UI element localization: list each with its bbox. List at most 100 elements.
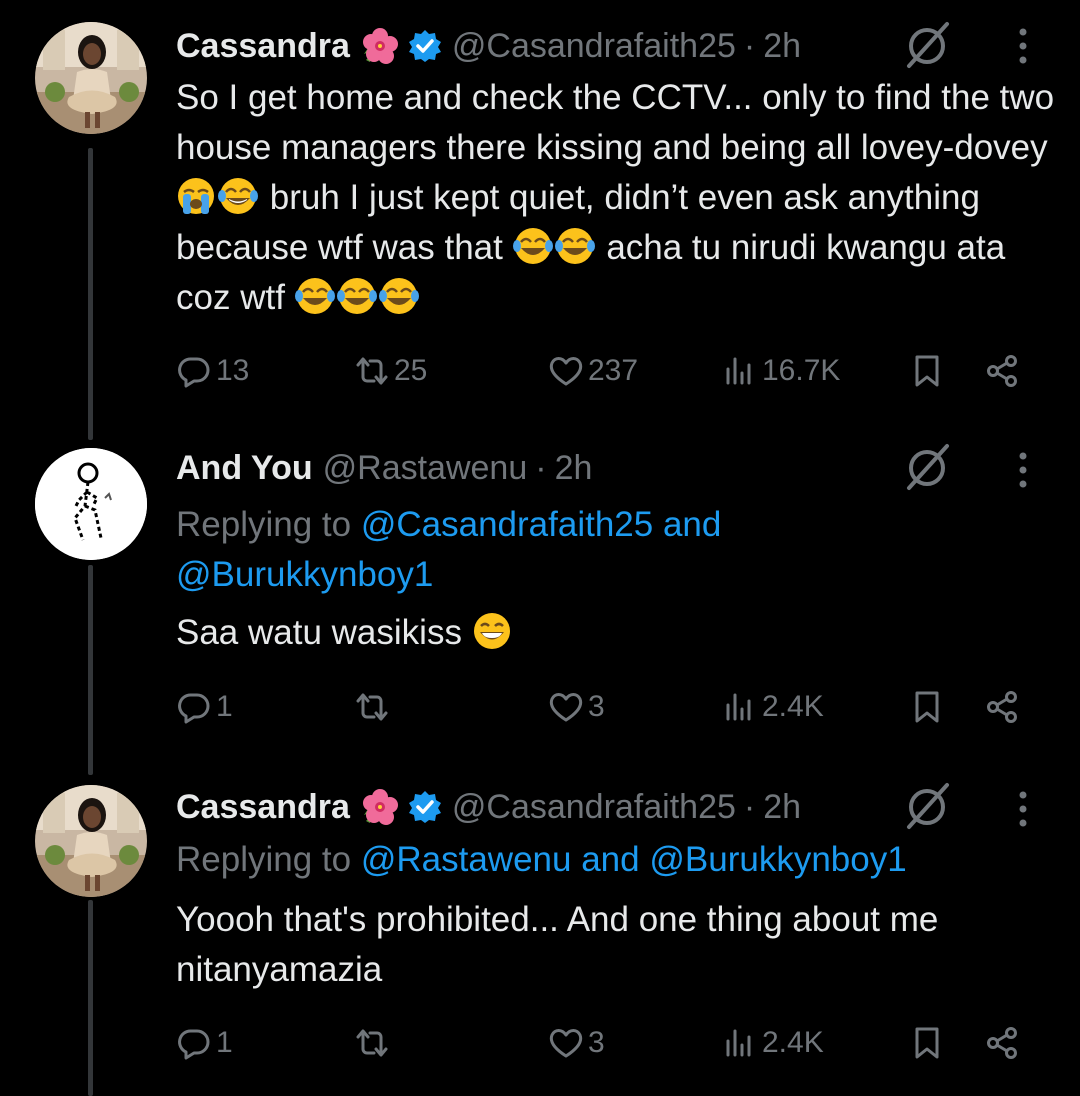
mention-link[interactable]: @Casandrafaith25 bbox=[361, 505, 653, 544]
more-icon[interactable] bbox=[1010, 26, 1036, 66]
tweet-2[interactable]: And You @Rastawenu · 2h Replying to @Cas… bbox=[0, 440, 1080, 785]
timestamp[interactable]: 2h bbox=[763, 788, 801, 827]
separator-dot: · bbox=[743, 787, 756, 826]
bookmark-button[interactable] bbox=[909, 346, 945, 396]
like-button[interactable]: 3 bbox=[548, 682, 605, 732]
repost-count: 25 bbox=[394, 354, 428, 387]
repost-button[interactable]: 25 bbox=[354, 346, 427, 396]
mention-link[interactable]: @Rastawenu bbox=[361, 840, 572, 879]
bookmark-button[interactable] bbox=[909, 682, 945, 732]
mention-link[interactable]: @Burukkynboy1 bbox=[649, 840, 906, 879]
views-button[interactable]: 16.7K bbox=[722, 346, 840, 396]
tweet-text: So I get home and check the CCTV... only… bbox=[176, 73, 1056, 323]
bookmark-icon bbox=[915, 1027, 939, 1059]
display-name[interactable]: Cassandra bbox=[176, 788, 350, 827]
handle[interactable]: @Casandrafaith25 bbox=[452, 27, 736, 66]
reply-icon bbox=[178, 1029, 210, 1060]
tweet-actions: 1 3 2.4K bbox=[176, 682, 1036, 732]
tweet-header: And You @Rastawenu · 2h bbox=[176, 446, 592, 490]
like-count: 3 bbox=[588, 1026, 605, 1059]
tweet-header: Cassandra @Casandrafaith25 · 2h bbox=[176, 785, 801, 829]
tweet-text: Yoooh that's prohibited... And one thing… bbox=[176, 900, 939, 989]
mention-conjunction[interactable]: and bbox=[663, 505, 721, 544]
avatar-image bbox=[35, 22, 147, 134]
tweet-1[interactable]: Cassandra @Casandrafaith25 · 2h So I get… bbox=[0, 0, 1080, 440]
reply-icon bbox=[178, 693, 210, 724]
tears-of-joy-emoji bbox=[554, 228, 595, 264]
avatar[interactable] bbox=[35, 448, 147, 560]
mention-conjunction[interactable]: and bbox=[581, 840, 639, 879]
tweet-actions: 13 25 237 16.7K bbox=[176, 346, 1036, 396]
hibiscus-emoji-icon bbox=[362, 28, 398, 64]
share-button[interactable] bbox=[984, 346, 1020, 396]
repost-icon bbox=[356, 1029, 388, 1057]
timestamp[interactable]: 2h bbox=[763, 27, 801, 66]
bookmark-button[interactable] bbox=[909, 1018, 945, 1068]
avatar[interactable] bbox=[35, 22, 147, 134]
like-button[interactable]: 237 bbox=[548, 346, 638, 396]
heart-icon bbox=[549, 1029, 583, 1058]
tweet-3[interactable]: Cassandra @Casandrafaith25 · 2h Replying… bbox=[0, 783, 1080, 1096]
like-button[interactable]: 3 bbox=[548, 1018, 605, 1068]
avatar[interactable] bbox=[35, 785, 147, 897]
replying-to-label: Replying to bbox=[176, 840, 352, 879]
verified-badge-icon bbox=[408, 791, 441, 823]
reply-count: 13 bbox=[216, 354, 250, 387]
share-button[interactable] bbox=[984, 682, 1020, 732]
tears-of-joy-emoji bbox=[294, 278, 335, 314]
repost-button[interactable] bbox=[354, 1018, 394, 1068]
share-icon bbox=[987, 1027, 1017, 1059]
display-name[interactable]: And You bbox=[176, 449, 313, 488]
tweet-actions: 1 3 2.4K bbox=[176, 1018, 1036, 1068]
bookmark-icon bbox=[915, 355, 939, 387]
reply-icon bbox=[178, 357, 210, 388]
reply-button[interactable]: 1 bbox=[176, 682, 233, 732]
views-button[interactable]: 2.4K bbox=[722, 1018, 824, 1068]
share-button[interactable] bbox=[984, 1018, 1020, 1068]
heart-icon bbox=[549, 693, 583, 722]
grinning-squinting-face-emoji bbox=[473, 613, 510, 649]
share-icon bbox=[987, 691, 1017, 723]
bookmark-icon bbox=[915, 691, 939, 723]
replying-to-label: Replying to bbox=[176, 505, 352, 544]
timestamp[interactable]: 2h bbox=[555, 449, 593, 488]
reply-button[interactable]: 1 bbox=[176, 1018, 233, 1068]
reply-count: 1 bbox=[216, 690, 233, 723]
tweet-text-part: So I get home and check the CCTV... only… bbox=[176, 78, 1055, 167]
more-icon[interactable] bbox=[1010, 789, 1036, 829]
share-icon bbox=[987, 355, 1017, 387]
tweet-text: Saa watu wasikiss bbox=[176, 608, 1056, 658]
loudly-crying-face-emoji bbox=[178, 178, 214, 214]
tears-of-joy-emoji bbox=[378, 278, 419, 314]
reply-count: 1 bbox=[216, 1026, 233, 1059]
handle[interactable]: @Casandrafaith25 bbox=[452, 788, 736, 827]
grok-icon[interactable] bbox=[903, 781, 953, 831]
handle[interactable]: @Rastawenu bbox=[323, 449, 528, 488]
reply-button[interactable]: 13 bbox=[176, 346, 249, 396]
tears-of-joy-emoji bbox=[512, 228, 553, 264]
replying-to: Replying to @Casandrafaith25 and @Burukk… bbox=[176, 500, 1056, 600]
like-count: 237 bbox=[588, 354, 639, 387]
tears-of-joy-emoji bbox=[336, 278, 377, 314]
heart-icon bbox=[549, 357, 583, 386]
separator-dot: · bbox=[743, 26, 756, 65]
more-icon[interactable] bbox=[1010, 450, 1036, 490]
separator-dot: · bbox=[535, 448, 547, 487]
repost-icon bbox=[356, 693, 388, 721]
display-name[interactable]: Cassandra bbox=[176, 27, 350, 66]
avatar-image bbox=[35, 785, 147, 897]
replying-to: Replying to @Rastawenu and @Burukkynboy1 bbox=[176, 835, 1056, 885]
views-button[interactable]: 2.4K bbox=[722, 682, 824, 732]
tweet-header: Cassandra @Casandrafaith25 · 2h bbox=[176, 24, 801, 68]
tears-of-joy-emoji bbox=[218, 178, 258, 214]
views-count: 16.7K bbox=[762, 354, 841, 387]
avatar-image bbox=[35, 448, 147, 560]
mention-link[interactable]: @Burukkynboy1 bbox=[176, 555, 433, 594]
grok-icon[interactable] bbox=[903, 20, 953, 70]
views-count: 2.4K bbox=[762, 1026, 824, 1059]
repost-icon bbox=[356, 357, 388, 385]
repost-button[interactable] bbox=[354, 682, 394, 732]
views-icon bbox=[726, 1029, 751, 1057]
tweet-text-part: Saa watu wasikiss bbox=[176, 613, 462, 652]
grok-icon[interactable] bbox=[903, 442, 953, 492]
